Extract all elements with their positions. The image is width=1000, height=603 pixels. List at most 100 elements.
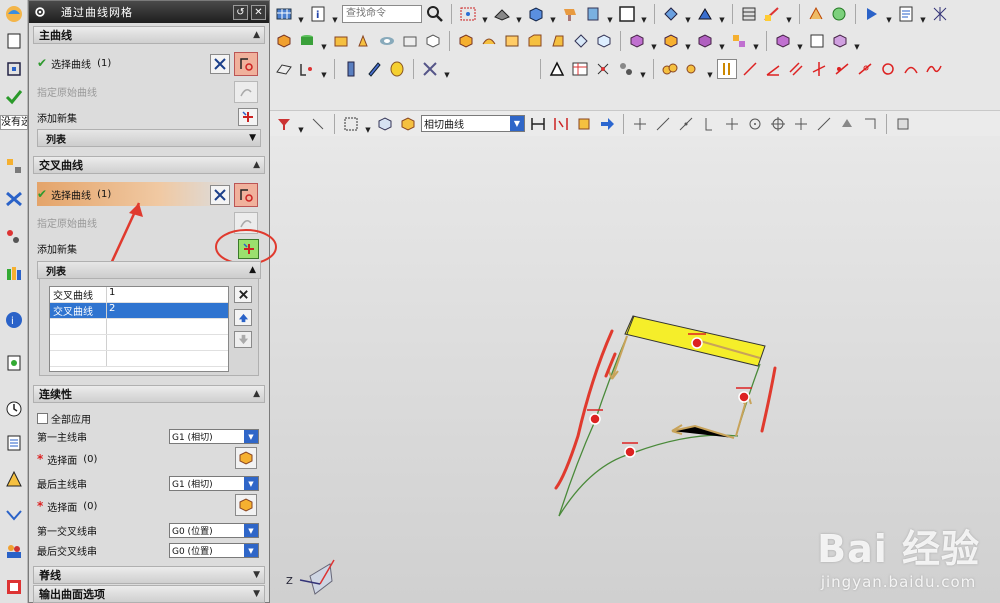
- cube-view-icon[interactable]: [526, 4, 546, 24]
- snap-existing-icon[interactable]: [791, 114, 811, 134]
- info-icon[interactable]: i: [308, 4, 328, 24]
- snap-intersect-icon[interactable]: [699, 114, 719, 134]
- mesh-icon[interactable]: [420, 59, 440, 79]
- follow-fillet-icon[interactable]: [551, 114, 571, 134]
- cross-curve-list[interactable]: 交叉曲线 1 交叉曲线 2: [49, 286, 229, 372]
- clock-icon[interactable]: [3, 398, 25, 420]
- section-continuity[interactable]: 连续性 ▲: [33, 385, 265, 403]
- grid-icon[interactable]: [930, 4, 950, 24]
- sew-icon[interactable]: [807, 31, 827, 51]
- section-output-options[interactable]: 输出曲面选项 ▼: [33, 585, 265, 603]
- thicken-icon[interactable]: [830, 31, 850, 51]
- surface-icon[interactable]: [274, 59, 294, 79]
- table-icon[interactable]: [570, 59, 590, 79]
- list-item[interactable]: 交叉曲线 1: [50, 287, 228, 303]
- palette-icon[interactable]: [3, 468, 25, 490]
- close-icon[interactable]: ✕: [251, 4, 266, 20]
- transform-icon[interactable]: [695, 4, 715, 24]
- last-cross-select[interactable]: G0 (位置) ▼: [169, 543, 259, 558]
- apply-all-checkbox[interactable]: [37, 412, 48, 424]
- face-select-icon[interactable]: [398, 114, 418, 134]
- gear-icon[interactable]: [33, 5, 47, 19]
- paint-icon[interactable]: [560, 4, 580, 24]
- perpendicular-icon[interactable]: [809, 59, 829, 79]
- roles-icon[interactable]: [3, 540, 25, 562]
- curve-tool-icon[interactable]: [297, 59, 317, 79]
- primary-add-new-set-row[interactable]: 添加新集: [37, 106, 261, 128]
- boss-icon[interactable]: [400, 31, 420, 51]
- snap-quadrant-icon[interactable]: [768, 114, 788, 134]
- shell-icon[interactable]: [479, 31, 499, 51]
- list-item[interactable]: 交叉曲线 2: [50, 303, 228, 319]
- arc-icon[interactable]: [901, 59, 921, 79]
- chain-icon[interactable]: [717, 58, 737, 79]
- line-icon[interactable]: [740, 59, 760, 79]
- pattern-icon[interactable]: [729, 31, 749, 51]
- analysis-icon[interactable]: [806, 4, 826, 24]
- frame-icon[interactable]: [617, 4, 637, 24]
- section-primary-curves[interactable]: 主曲线 ▲: [33, 26, 265, 44]
- snap-toggle-icon[interactable]: [893, 114, 913, 134]
- snap-circle-icon[interactable]: [745, 114, 765, 134]
- sheet-icon[interactable]: [896, 4, 916, 24]
- split-icon[interactable]: [594, 31, 614, 51]
- coin-icon[interactable]: [387, 59, 407, 79]
- circle-icon[interactable]: [878, 59, 898, 79]
- arrow-right-icon[interactable]: [597, 114, 617, 134]
- select-box-icon[interactable]: [458, 4, 478, 24]
- move-icon[interactable]: [661, 4, 681, 24]
- assembly-icon[interactable]: [829, 4, 849, 24]
- printer-icon[interactable]: [3, 576, 25, 598]
- intersect-icon[interactable]: [695, 31, 715, 51]
- first-cross-select[interactable]: G0 (位置) ▼: [169, 523, 259, 538]
- layer-icon[interactable]: [583, 4, 603, 24]
- draft-icon[interactable]: [548, 31, 568, 51]
- offset-face-icon[interactable]: [773, 31, 793, 51]
- last-primary-select[interactable]: G1 (相切) ▼: [169, 476, 259, 491]
- thread-icon[interactable]: [341, 59, 361, 79]
- parallel-icon[interactable]: [786, 59, 806, 79]
- motion-icon[interactable]: [3, 504, 25, 526]
- select-face2-row[interactable]: * 选择面 (0): [37, 495, 261, 517]
- history-icon[interactable]: [3, 352, 25, 374]
- face-select-button[interactable]: [235, 447, 257, 469]
- system-materials-icon[interactable]: [3, 432, 25, 454]
- shade-icon[interactable]: [492, 4, 512, 24]
- curve-select-icon[interactable]: [234, 183, 258, 207]
- section-spine[interactable]: 脊线 ▼: [33, 566, 265, 584]
- triangle-icon[interactable]: [547, 59, 567, 79]
- snap-oncurve-icon[interactable]: [814, 114, 834, 134]
- chamfer-icon[interactable]: [525, 31, 545, 51]
- cylinder-feature-icon[interactable]: [297, 31, 317, 51]
- view-icon[interactable]: [274, 4, 294, 24]
- snap-onface-icon[interactable]: [837, 114, 857, 134]
- search-icon[interactable]: [425, 4, 445, 24]
- unite-icon[interactable]: [627, 31, 647, 51]
- snap-bounded-icon[interactable]: [860, 114, 880, 134]
- origin-curve-icon[interactable]: [234, 81, 258, 103]
- reset-icon[interactable]: ↺: [233, 4, 248, 20]
- check-tool-icon[interactable]: [3, 86, 25, 108]
- add-new-set-button[interactable]: [238, 108, 258, 126]
- curve-marker-bottom[interactable]: [622, 442, 638, 458]
- trim-icon[interactable]: [571, 31, 591, 51]
- points-icon[interactable]: [593, 59, 613, 79]
- selection-scope-icon[interactable]: [308, 114, 328, 134]
- snap-mid-icon[interactable]: [653, 114, 673, 134]
- frame-select-icon[interactable]: [3, 58, 25, 80]
- web-browser-icon[interactable]: i: [3, 309, 25, 331]
- snap-end-icon[interactable]: [630, 114, 650, 134]
- revolve-icon[interactable]: [354, 31, 374, 51]
- solid-icon[interactable]: [456, 31, 476, 51]
- constraint-icon[interactable]: [660, 59, 680, 79]
- tangent-icon[interactable]: [832, 59, 852, 79]
- move-down-button[interactable]: [234, 331, 252, 348]
- blend-icon[interactable]: [502, 31, 522, 51]
- measure-icon[interactable]: [762, 4, 782, 24]
- curve-marker-left[interactable]: [587, 409, 603, 425]
- section-cross-curves[interactable]: 交叉曲线 ▲: [33, 156, 265, 174]
- box-select-icon[interactable]: [341, 114, 361, 134]
- face-select-button[interactable]: [235, 494, 257, 516]
- new-file-icon[interactable]: [3, 30, 25, 52]
- stack-icon[interactable]: [739, 4, 759, 24]
